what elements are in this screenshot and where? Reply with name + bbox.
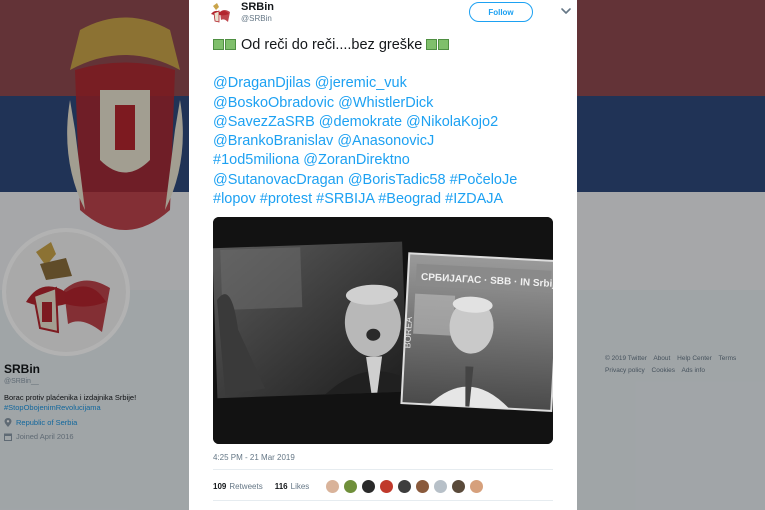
- follow-button[interactable]: Follow: [469, 2, 533, 22]
- liker-avatar[interactable]: [451, 478, 467, 494]
- liker-avatar[interactable]: [379, 478, 395, 494]
- tweet-author-avatar[interactable]: [207, 0, 233, 26]
- money-with-wings-icon: [225, 39, 236, 50]
- divider: [213, 500, 553, 501]
- tweet-modal: SRBin @SRBin Follow Od reči do reči....b…: [189, 0, 577, 510]
- tweet-mentions-line-6[interactable]: @SutanovacDragan @BorisTadic58 #PočeloJe: [213, 171, 558, 190]
- coat-of-arms-icon: [211, 3, 230, 23]
- tweet-media-video[interactable]: СРБИЈАГАС · SBB · IN Srbija BOREA: [213, 217, 553, 444]
- liker-avatar[interactable]: [469, 478, 485, 494]
- liker-avatar[interactable]: [433, 478, 449, 494]
- retweets-stat[interactable]: 109 Retweets: [213, 482, 263, 491]
- liker-avatar[interactable]: [415, 478, 431, 494]
- liker-avatar[interactable]: [361, 478, 377, 494]
- tweet-text-spacer: [213, 55, 558, 74]
- liker-avatars: [325, 478, 487, 494]
- tweet-author-handle[interactable]: @SRBin: [241, 14, 272, 23]
- likes-count: 116: [274, 481, 288, 491]
- liker-avatar[interactable]: [397, 478, 413, 494]
- tweet-header: SRBin @SRBin Follow: [207, 0, 571, 30]
- tweet-hashtags-line-7[interactable]: #lopov #protest #SRBIJA #Beograd #IZDAJA: [213, 190, 558, 209]
- liker-avatar[interactable]: [325, 478, 341, 494]
- divider: [213, 469, 553, 470]
- video-still-image: СРБИЈАГАС · SBB · IN Srbija BOREA: [213, 217, 553, 444]
- liker-avatar[interactable]: [343, 478, 359, 494]
- tweet-author-name[interactable]: SRBin: [241, 1, 274, 13]
- tweet-mentions-line-2[interactable]: @BoskoObradovic @WhistlerDick: [213, 94, 558, 113]
- money-with-wings-icon: [426, 39, 438, 50]
- tweet-stats: 109 Retweets 116 Likes: [213, 478, 487, 494]
- tweet-title-line: Od reči do reči....bez greške: [213, 36, 558, 55]
- likes-stat[interactable]: 116 Likes: [275, 482, 310, 491]
- retweets-label: Retweets: [229, 481, 263, 491]
- tweet-mentions-line-3[interactable]: @SavezZaSRB @demokrate @NikolaKojo2: [213, 113, 558, 132]
- tweet-timestamp[interactable]: 4:25 PM - 21 Mar 2019: [213, 453, 295, 462]
- tweet-mentions-line-4[interactable]: @BrankoBranislav @AnasonovicJ: [213, 132, 558, 151]
- tweet-mentions-line-1[interactable]: @DraganDjilas @jeremic_vuk: [213, 74, 558, 93]
- media-banner-text: BOREA: [402, 317, 414, 349]
- chevron-down-icon[interactable]: [559, 4, 573, 18]
- likes-label: Likes: [290, 481, 310, 491]
- tweet-text: Od reči do reči....bez greške @DraganDji…: [213, 36, 558, 209]
- tweet-mentions-line-5[interactable]: #1od5miliona @ZoranDirektno: [213, 151, 558, 170]
- tweet-title: Od reči do reči....bez greške: [241, 37, 423, 53]
- retweets-count: 109: [213, 481, 227, 491]
- money-with-wings-icon: [438, 39, 450, 50]
- money-with-wings-icon: [213, 39, 224, 50]
